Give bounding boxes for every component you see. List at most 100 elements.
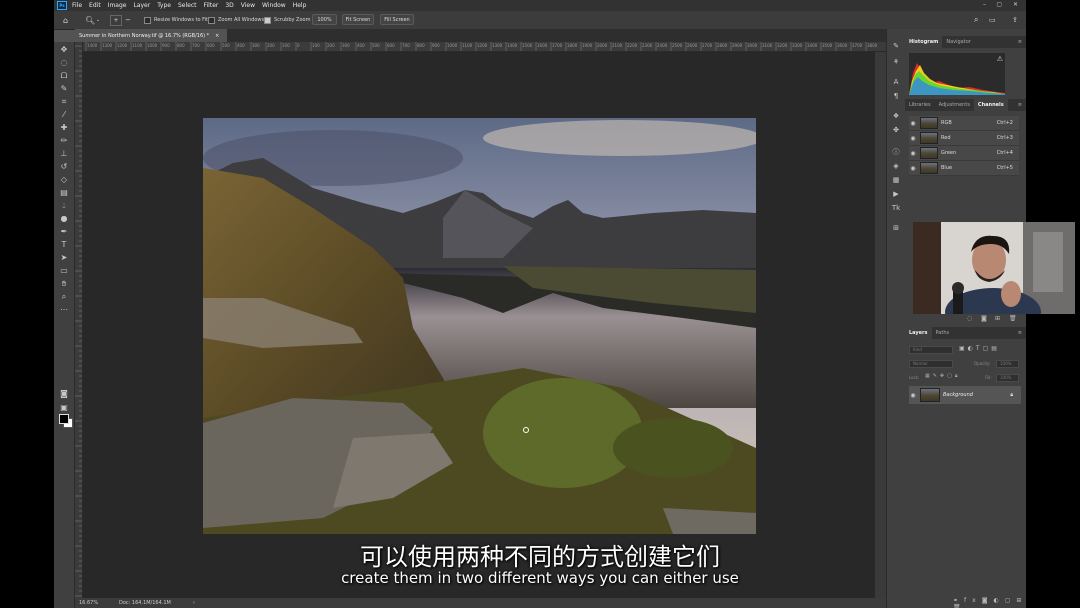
lock-icons[interactable]: ▦✎✥▢🔒︎ — [925, 373, 961, 379]
zoom-in-icon[interactable]: + — [110, 15, 122, 26]
opacity-field[interactable]: 100% — [996, 360, 1019, 368]
eye-icon[interactable]: ◉ — [909, 135, 917, 142]
eraser-tool-icon[interactable]: ◇ — [58, 174, 70, 186]
tab-channels[interactable]: Channels — [973, 99, 1008, 111]
zoom-out-icon[interactable]: − — [125, 15, 131, 25]
lasso-tool-icon[interactable]: ᗝ — [58, 70, 70, 82]
brush-settings-icon[interactable]: ✎ — [891, 41, 901, 51]
delete-channel-icon[interactable]: 🗑︎ — [1009, 315, 1017, 322]
chevron-down-icon[interactable]: ⌄ — [96, 15, 100, 25]
history-brush-icon[interactable]: ↺ — [58, 161, 70, 173]
type-tool-icon[interactable]: T — [58, 239, 70, 251]
eye-icon[interactable]: ◉ — [909, 165, 917, 172]
channel-row[interactable]: ◉ Red Ctrl+3 — [909, 131, 1019, 146]
menu-type[interactable]: Type — [157, 2, 171, 9]
swatches-icon[interactable]: ▦ — [891, 175, 901, 185]
blur-tool-icon[interactable]: 💧︎ — [58, 200, 70, 212]
load-channel-icon[interactable]: ◌ — [967, 315, 972, 322]
layers-menu-icon[interactable]: ≡ — [1018, 330, 1022, 336]
zoom-level[interactable]: 16.67% — [79, 600, 103, 606]
layer-filter-icons[interactable]: ▣◐T▢▤ — [959, 345, 1000, 352]
channel-row[interactable]: ◉ Blue Ctrl+5 — [909, 161, 1019, 176]
menu-filter[interactable]: Filter — [204, 2, 219, 9]
blend-mode-select[interactable]: Normal — [909, 360, 953, 368]
paragraph-icon[interactable]: ¶ — [891, 91, 901, 101]
layer-comps-icon[interactable]: ⊞ — [891, 223, 901, 233]
save-selection-icon[interactable]: ◙ — [981, 315, 987, 322]
panel-menu-icon[interactable]: ≡ — [1018, 39, 1022, 45]
eye-icon[interactable]: ◉ — [909, 150, 917, 157]
marquee-tool-icon[interactable]: ◌ — [58, 57, 70, 69]
layers-footer-icons[interactable]: ⚭fx◙◐▢⊞🗑︎ — [953, 597, 1026, 608]
glyphs-icon[interactable]: ✤ — [891, 125, 901, 135]
path-select-icon[interactable]: ➤ — [58, 252, 70, 264]
tab-histogram[interactable]: Histogram — [905, 36, 943, 48]
move-tool-icon[interactable]: ✥ — [58, 44, 70, 56]
share-icon[interactable]: ⇪ — [1012, 15, 1018, 25]
fill-screen-button[interactable]: Fill Screen — [380, 14, 414, 25]
properties-icon[interactable]: ◈ — [891, 161, 901, 171]
screen-mode-icon[interactable]: ▣ — [58, 402, 70, 414]
foreground-color-swatch[interactable] — [59, 414, 69, 424]
zoom-100-button[interactable]: 100% — [312, 14, 337, 25]
healing-brush-icon[interactable]: ✚ — [58, 122, 70, 134]
status-chevron-icon[interactable]: › — [193, 600, 195, 606]
channel-row[interactable]: ◉ RGB Ctrl+2 — [909, 116, 1019, 131]
document-tab[interactable]: Summer in Northern Norway.tif @ 16.7% (R… — [75, 29, 227, 42]
vertical-scrollbar[interactable] — [875, 52, 886, 598]
quick-select-tool-icon[interactable]: ✎ — [58, 83, 70, 95]
eyedropper-tool-icon[interactable]: ⁄ — [58, 109, 70, 121]
more-tools-icon[interactable]: ⋯ — [58, 304, 70, 316]
tab-paths[interactable]: Paths — [932, 327, 954, 339]
quick-mask-icon[interactable]: ◙ — [58, 388, 70, 400]
menu-view[interactable]: View — [241, 2, 255, 9]
menu-window[interactable]: Window — [262, 2, 286, 9]
channel-row[interactable]: ◉ Green Ctrl+4 — [909, 146, 1019, 161]
pen-tool-icon[interactable]: ✒ — [58, 226, 70, 238]
scrubby-zoom-checkbox[interactable]: Scrubby Zoom — [264, 15, 310, 25]
tab-navigator[interactable]: Navigator — [942, 36, 974, 48]
menu-layer[interactable]: Layer — [133, 2, 150, 9]
actions-play-icon[interactable]: ▶ — [891, 189, 901, 199]
menu-select[interactable]: Select — [178, 2, 197, 9]
zoom-all-checkbox[interactable]: Zoom All Windows — [208, 15, 264, 25]
resize-windows-checkbox[interactable]: Resize Windows to Fit — [144, 15, 208, 25]
clone-source-icon[interactable]: ⚘ — [891, 57, 901, 67]
workspace-icon[interactable]: ▭ — [989, 15, 996, 25]
fit-screen-button[interactable]: Fit Screen — [342, 14, 374, 25]
zoom-tool-panel-icon[interactable]: ⌕ — [58, 291, 70, 303]
channels-menu-icon[interactable]: ≡ — [1018, 102, 1022, 108]
layer-row[interactable]: ◉ Background 🔒︎ — [909, 386, 1021, 404]
clone-stamp-icon[interactable]: ⊥ — [58, 148, 70, 160]
info-icon[interactable]: ⓘ — [891, 147, 901, 157]
text-kerning-icon[interactable]: Tk — [891, 203, 901, 213]
tab-adjustments[interactable]: Adjustments — [935, 99, 974, 111]
close-tab-icon[interactable]: × — [215, 33, 219, 39]
eye-icon[interactable]: ◉ — [909, 120, 917, 127]
search-icon[interactable]: ⌕ — [974, 15, 978, 25]
new-channel-icon[interactable]: ⊞ — [995, 315, 1000, 322]
menu-file[interactable]: File — [72, 2, 82, 9]
character-icon[interactable]: A — [891, 77, 901, 87]
tab-libraries[interactable]: Libraries — [905, 99, 935, 111]
warning-icon[interactable]: ⚠ — [997, 55, 1003, 63]
eye-icon[interactable]: ◉ — [909, 392, 917, 399]
brush-tool-icon[interactable]: ✏ — [58, 135, 70, 147]
dodge-tool-icon[interactable]: ● — [58, 213, 70, 225]
close-icon[interactable]: ✕ — [1013, 1, 1018, 8]
zoom-tool-icon[interactable]: 🔍︎ — [85, 15, 95, 25]
menu-image[interactable]: Image — [108, 2, 127, 9]
maximize-icon[interactable]: ▢ — [996, 1, 1002, 8]
fill-field[interactable]: 100% — [996, 374, 1019, 382]
rectangle-tool-icon[interactable]: ▭ — [58, 265, 70, 277]
minimize-icon[interactable]: – — [983, 1, 986, 8]
hand-tool-icon[interactable]: ✋︎ — [58, 278, 70, 290]
menu-3d[interactable]: 3D — [225, 2, 233, 9]
styles-icon[interactable]: ❖ — [891, 111, 901, 121]
home-icon[interactable]: ⌂ — [63, 15, 68, 25]
menu-help[interactable]: Help — [293, 2, 307, 9]
tab-layers[interactable]: Layers — [905, 327, 932, 339]
menu-edit[interactable]: Edit — [89, 2, 101, 9]
landscape-photo[interactable] — [203, 118, 756, 534]
layer-filter-kind[interactable]: Kind — [909, 346, 953, 354]
